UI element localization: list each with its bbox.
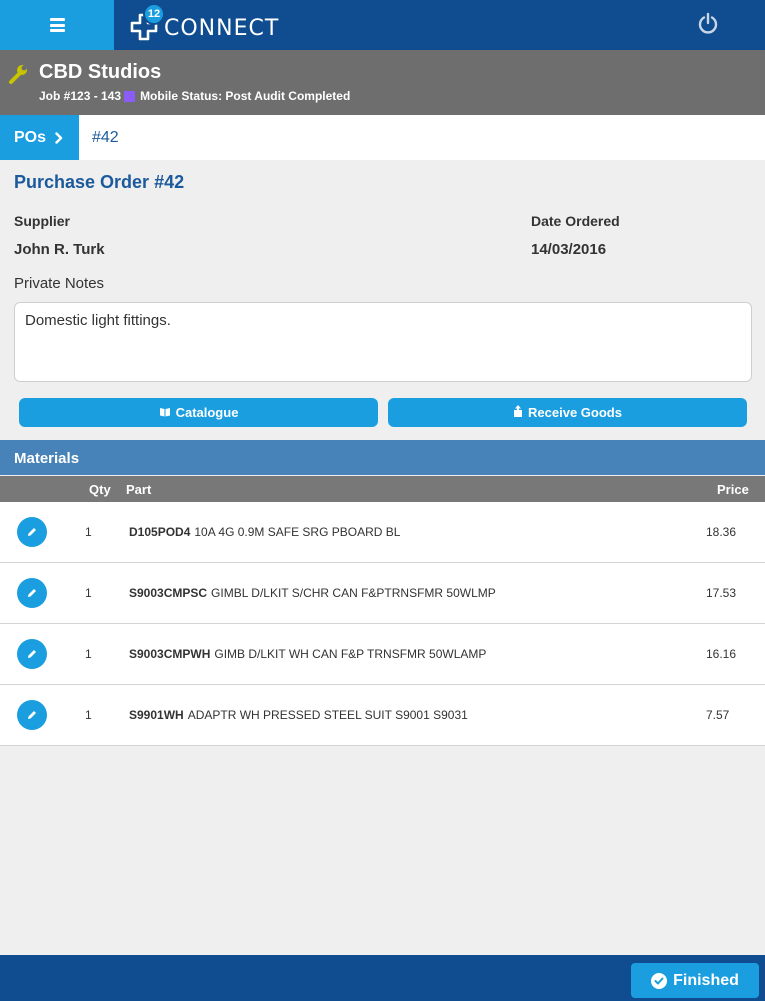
row-qty: 1 [85,647,92,661]
wrench-icon [8,64,30,84]
hamburger-icon [49,18,65,32]
row-price: 16.16 [706,647,737,661]
row-price: 17.53 [706,586,737,600]
status-color-square [124,90,136,102]
catalogue-label: Catalogue [175,405,239,420]
part-code: S9003CMPSC [129,586,208,600]
date-ordered-label: Date Ordered [531,213,620,229]
breadcrumb: POs #42 [0,115,765,160]
finished-label: Finished [673,971,739,989]
logo-text: CONNECT [164,16,280,41]
table-row: 1 S9901WH ADAPTR WH PRESSED STEEL SUIT S9… [0,685,765,746]
supplier-label: Supplier [14,213,71,229]
box-icon [513,405,523,420]
supplier-value: John R. Turk [14,241,105,258]
part-code: S9901WH [129,708,184,722]
footer-bar: Finished [0,955,765,1001]
row-qty: 1 [85,525,92,539]
pencil-icon [28,528,36,536]
part-description: GIMB D/LKIT WH CAN F&P TRNSFMR 50WLAMP [214,647,487,661]
breadcrumb-pos-label: POs [14,128,47,146]
pencil-icon [28,589,36,597]
row-part: D105POD4 10A 4G 0.9M SAFE SRG PBOARD BL [129,525,400,539]
edit-row-button[interactable] [17,639,47,669]
part-description: GIMBL D/LKIT S/CHR CAN F&PTRNSFMR 50WLMP [211,586,496,600]
row-qty: 1 [85,586,92,600]
part-description: 10A 4G 0.9M SAFE SRG PBOARD BL [194,525,401,539]
pencil-icon [28,711,36,719]
part-code: S9003CMPWH [129,647,211,661]
logo-cross-icon: 12 [130,3,165,43]
job-number: Job #123 - 143 [39,89,122,103]
finished-button[interactable]: Finished [631,963,759,998]
private-notes-label: Private Notes [14,275,105,292]
row-part: S9003CMPWH GIMB D/LKIT WH CAN F&P TRNSFMR… [129,647,486,661]
column-part: Part [126,482,152,497]
power-icon[interactable] [697,12,723,38]
breadcrumb-pos-link[interactable]: POs [0,115,79,160]
breadcrumb-current: #42 [92,129,119,146]
page-title: Purchase Order #42 [14,172,185,192]
notification-badge[interactable]: 12 [143,3,165,25]
column-price: Price [717,482,749,497]
row-part: S9003CMPSC GIMBL D/LKIT S/CHR CAN F&PTRNS… [129,586,496,600]
materials-list: 1 D105POD4 10A 4G 0.9M SAFE SRG PBOARD BL… [0,502,765,746]
check-circle-icon [651,972,668,989]
chevron-right-icon [55,131,63,144]
column-qty: Qty [89,482,111,497]
table-row: 1 D105POD4 10A 4G 0.9M SAFE SRG PBOARD BL… [0,502,765,563]
table-row: 1 S9003CMPWH GIMB D/LKIT WH CAN F&P TRNSF… [0,624,765,685]
app-logo: 12 CONNECT [130,3,280,44]
part-description: ADAPTR WH PRESSED STEEL SUIT S9001 S9031 [187,708,468,722]
part-code: D105POD4 [129,525,191,539]
row-qty: 1 [85,708,92,722]
receive-goods-label: Receive Goods [528,405,622,420]
mobile-status: Mobile Status: Post Audit Completed [140,89,351,103]
edit-row-button[interactable] [17,700,47,730]
date-ordered-value: 14/03/2016 [531,241,607,258]
pencil-icon [28,650,36,658]
top-bar: 12 CONNECT [0,0,765,50]
private-notes-field[interactable]: Domestic light fittings. [14,302,752,382]
table-row: 1 S9003CMPSC GIMBL D/LKIT S/CHR CAN F&PTR… [0,563,765,624]
receive-goods-button[interactable]: Receive Goods [388,398,747,427]
materials-header: Materials [0,440,765,475]
job-line: Job #123 - 143 Mobile Status: Post Audit… [39,89,350,103]
book-icon [159,406,171,420]
job-header: CBD Studios Job #123 - 143 Mobile Status… [0,50,765,115]
row-part: S9901WH ADAPTR WH PRESSED STEEL SUIT S900… [129,708,468,722]
edit-row-button[interactable] [17,517,47,547]
edit-row-button[interactable] [17,578,47,608]
row-price: 7.57 [706,708,730,722]
client-name: CBD Studios [39,61,162,83]
materials-column-headers: Qty Part Price [0,476,765,502]
catalogue-button[interactable]: Catalogue [19,398,378,427]
menu-button[interactable] [0,0,114,50]
row-price: 18.36 [706,525,737,539]
